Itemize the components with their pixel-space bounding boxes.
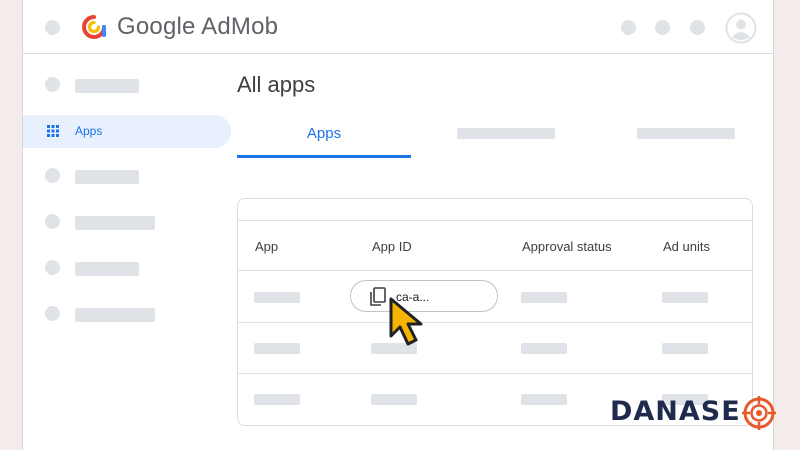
- column-header-ad-units: Ad units: [663, 239, 710, 254]
- sidebar-placeholder-label: [75, 308, 155, 322]
- sidebar-placeholder-label: [75, 79, 139, 93]
- ad-units-placeholder: [662, 343, 708, 354]
- admob-window: Google AdMob Apps All apps Apps App App …: [22, 0, 774, 450]
- top-app-bar: Google AdMob: [23, 0, 773, 54]
- app-name-placeholder: [254, 343, 300, 354]
- toolbar-placeholder-icon-2[interactable]: [655, 20, 670, 35]
- toolbar-placeholder-icon-1[interactable]: [621, 20, 636, 35]
- admob-logo-icon[interactable]: [81, 14, 107, 40]
- menu-placeholder-icon[interactable]: [45, 20, 60, 35]
- sidebar-item-placeholder-3[interactable]: [23, 206, 231, 238]
- approval-status-placeholder: [521, 343, 567, 354]
- sidebar-item-placeholder-1[interactable]: [23, 69, 231, 101]
- copy-icon: [370, 287, 386, 306]
- account-avatar-icon[interactable]: [725, 12, 757, 44]
- sidebar-placeholder-label: [75, 262, 139, 276]
- sidebar-placeholder-icon: [45, 306, 60, 321]
- sidebar: Apps: [23, 55, 233, 450]
- danase-watermark: DANASE: [610, 396, 776, 430]
- divider: [238, 270, 752, 271]
- toolbar-placeholder-icon-3[interactable]: [690, 20, 705, 35]
- sidebar-item-placeholder-5[interactable]: [23, 298, 231, 330]
- sidebar-placeholder-icon: [45, 214, 60, 229]
- sidebar-placeholder-icon: [45, 168, 60, 183]
- target-crosshair-icon: [742, 396, 776, 430]
- tab-apps[interactable]: Apps: [237, 112, 411, 158]
- ad-units-placeholder: [662, 292, 708, 303]
- sidebar-item-placeholder-2[interactable]: [23, 160, 231, 192]
- sidebar-placeholder-icon: [45, 260, 60, 275]
- sidebar-item-label: Apps: [75, 124, 103, 138]
- sidebar-item-apps[interactable]: Apps: [23, 115, 231, 148]
- apps-grid-icon: [47, 125, 59, 137]
- sidebar-placeholder-icon: [45, 77, 60, 92]
- divider: [238, 322, 752, 323]
- mouse-pointer-icon: [389, 297, 423, 346]
- sidebar-placeholder-label: [75, 170, 139, 184]
- divider: [238, 220, 752, 221]
- divider: [238, 373, 752, 374]
- approval-status-placeholder: [521, 292, 567, 303]
- sidebar-placeholder-label: [75, 216, 155, 230]
- column-header-app: App: [255, 239, 279, 254]
- app-name-placeholder: [254, 394, 300, 405]
- approval-status-placeholder: [521, 394, 567, 405]
- watermark-text: DANASE: [610, 396, 741, 427]
- app-id-placeholder: [371, 394, 417, 405]
- page-title: All apps: [237, 72, 316, 97]
- column-header-approval-status: Approval status: [522, 239, 612, 254]
- tab-placeholder-3[interactable]: [637, 128, 735, 139]
- tab-placeholder-2[interactable]: [457, 128, 555, 139]
- brand-title: Google AdMob: [117, 13, 279, 40]
- app-name-placeholder: [254, 292, 300, 303]
- sidebar-item-placeholder-4[interactable]: [23, 252, 231, 284]
- column-header-app-id: App ID: [372, 239, 412, 254]
- apps-table-card: App App ID Approval status Ad units ca-a…: [237, 198, 753, 426]
